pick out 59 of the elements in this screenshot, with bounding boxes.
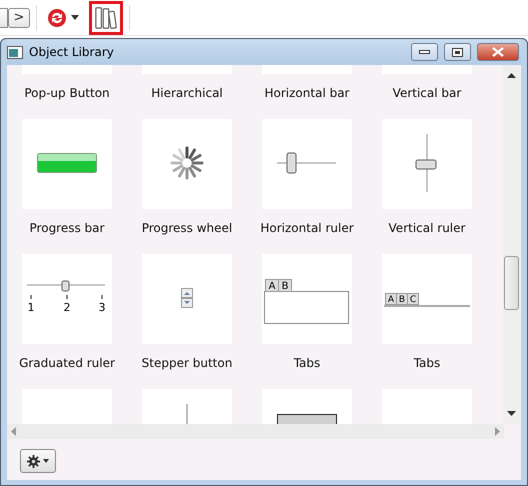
- tile-background[interactable]: A B: [262, 254, 352, 344]
- tile-label: Pop-up Button: [24, 85, 110, 102]
- tile-label: Progress wheel: [142, 220, 232, 237]
- tile-background[interactable]: [22, 119, 112, 209]
- tick-label: 1: [28, 301, 34, 314]
- tile-label: Tabs: [414, 355, 440, 372]
- scroll-right-icon[interactable]: [495, 427, 500, 436]
- tile-label: Graduated ruler: [19, 355, 115, 372]
- tab-letter: B: [398, 295, 406, 305]
- tile-background[interactable]: [142, 119, 232, 209]
- caret-icon: [43, 459, 49, 463]
- slider-drawing: [416, 134, 436, 192]
- tile-background[interactable]: [142, 254, 232, 344]
- vertical-scrollbar[interactable]: [503, 65, 520, 424]
- slider-drawing: [276, 152, 336, 174]
- tile-label: Vertical bar: [392, 85, 462, 102]
- stepper-icon: [181, 288, 193, 308]
- horizontal-scrollbar[interactable]: [7, 424, 504, 439]
- close-icon: [492, 47, 504, 57]
- tick-label: 3: [98, 301, 106, 314]
- tile-label: Horizontal bar: [264, 85, 350, 102]
- tile-label: Progress bar: [30, 220, 104, 237]
- forward-button[interactable]: >: [8, 8, 30, 28]
- library-button[interactable]: [89, 0, 123, 34]
- window-title: Object Library: [29, 44, 115, 61]
- tab-letter: A: [388, 295, 394, 305]
- tile-background[interactable]: [262, 119, 352, 209]
- minimize-icon: [419, 50, 430, 54]
- tick-label: 2: [64, 301, 70, 314]
- window-icon: [7, 46, 23, 58]
- maximize-icon: [452, 48, 463, 56]
- tick-mark: [30, 294, 32, 300]
- tile-background[interactable]: [382, 119, 472, 209]
- tile-label: Vertical ruler: [388, 220, 466, 237]
- tile-label: Hierarchical: [151, 85, 223, 102]
- scroll-down-icon[interactable]: [507, 411, 516, 416]
- scroll-thumb[interactable]: [504, 256, 519, 310]
- spinner-icon: [170, 146, 204, 180]
- sync-icon: [47, 8, 67, 28]
- scroll-up-icon[interactable]: [507, 73, 516, 78]
- minimize-button[interactable]: [411, 43, 438, 61]
- scroll-left-icon[interactable]: [11, 427, 16, 436]
- books-icon: [94, 4, 118, 30]
- separator-drawing: [186, 404, 188, 424]
- tile-label: Tabs: [294, 355, 320, 372]
- tile-background[interactable]: A B C: [382, 254, 472, 344]
- progress-bar-drawing: [37, 153, 97, 173]
- tile-background[interactable]: 1 2 3: [22, 254, 112, 344]
- tile-label: Horizontal ruler: [260, 220, 354, 237]
- tab-letter: A: [268, 281, 276, 292]
- gear-icon: [27, 454, 40, 468]
- tab-letter: C: [410, 295, 416, 305]
- back-button[interactable]: [0, 8, 8, 28]
- settings-button[interactable]: [20, 449, 56, 473]
- tab-letter: B: [282, 281, 288, 292]
- tile-label: Stepper button: [142, 355, 232, 372]
- close-button[interactable]: [477, 43, 519, 61]
- maximize-button[interactable]: [444, 43, 471, 61]
- tick-mark: [66, 294, 68, 300]
